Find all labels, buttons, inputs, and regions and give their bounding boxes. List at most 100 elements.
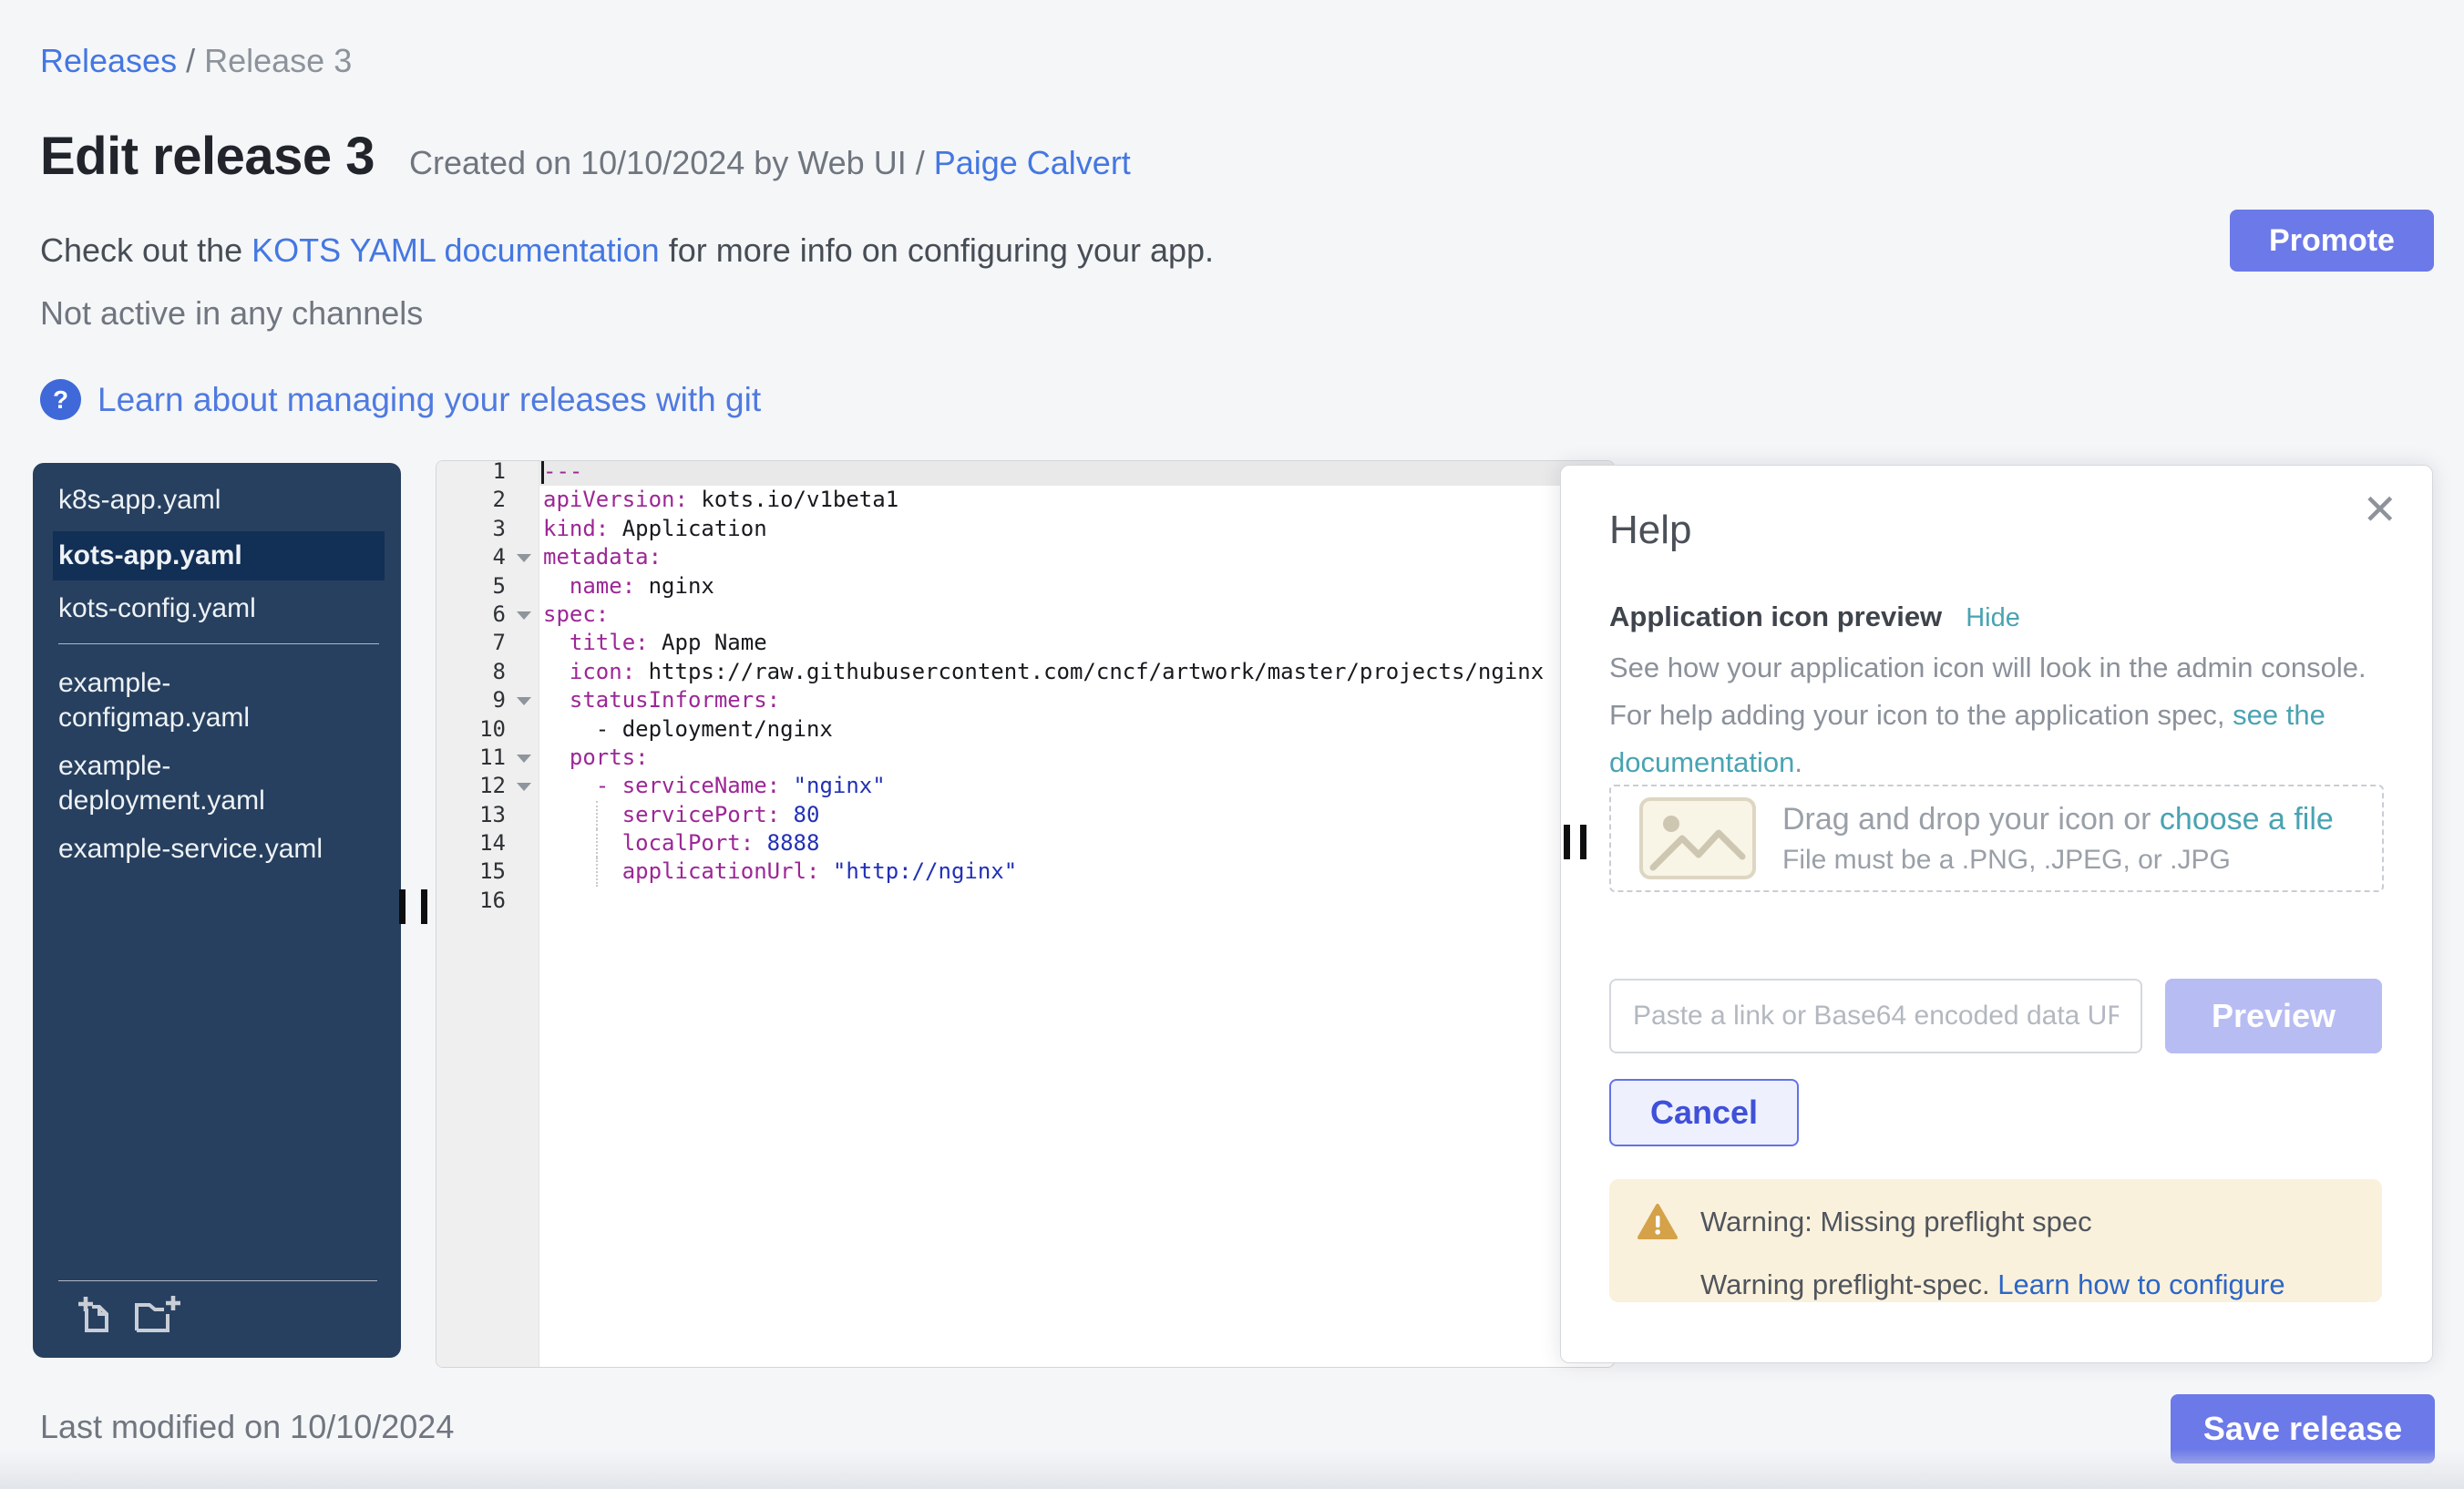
breadcrumb-releases-link[interactable]: Releases [40,42,177,79]
editor-help-splitter[interactable] [1580,825,1586,859]
file-sidebar: k8s-app.yaml kots-app.yaml kots-config.yam… [33,463,401,1358]
preview-button[interactable]: Preview [2165,979,2382,1053]
promote-button[interactable]: Promote [2230,210,2434,272]
code-line-6[interactable]: 6spec: [436,601,1614,629]
code-line-5[interactable]: 5 name: nginx [436,572,1614,601]
sidebar-item-example-deployment-yaml[interactable]: example-deployment.yaml [58,749,379,818]
code-line-11[interactable]: 11 ports: [436,744,1614,772]
docs-prefix: Check out the [40,231,252,269]
created-info: Created on 10/10/2024 by Web UI / Paige … [409,144,1131,182]
new-file-icon [75,1294,117,1336]
docs-line: Check out the KOTS YAML documentation fo… [40,231,1214,270]
sidebar-item-k8s-app-yaml[interactable]: k8s-app.yaml [58,483,379,518]
gutter-line-number: 6 [436,601,539,629]
breadcrumb-separator: / [186,42,195,79]
gutter-line-number: 14 [436,829,539,857]
icon-dropzone[interactable]: Drag and drop your icon or choose a file… [1609,785,2384,892]
file-list: k8s-app.yamlkots-app.yamlkots-config.yam… [58,483,379,867]
indent-guide [596,801,598,829]
icon-preview-section-title: Application icon preview [1609,601,1942,633]
dropzone-text: Drag and drop your icon or choose a file [1782,802,2334,837]
fold-arrow-icon[interactable] [517,554,531,562]
yaml-editor[interactable]: 1---2apiVersion: kots.io/v1beta13kind: A… [436,460,1615,1368]
title-row: Edit release 3 Created on 10/10/2024 by … [40,126,1131,187]
git-releases-link[interactable]: Learn about managing your releases with … [98,381,761,419]
docs-suffix: for more info on configuring your app. [660,231,1214,269]
sidebar-item-example-configmap-yaml[interactable]: example-configmap.yaml [58,666,379,735]
dropzone-prefix: Drag and drop your icon or [1782,802,2160,837]
gutter-line-number: 2 [436,486,539,514]
editor-help-splitter[interactable] [1564,825,1570,859]
image-placeholder-icon [1638,796,1757,880]
gutter-line-number: 5 [436,572,539,601]
code-line-10[interactable]: 10 - deployment/nginx [436,715,1614,744]
fold-arrow-icon[interactable] [517,783,531,791]
code-line-15[interactable]: 15 applicationUrl: "http://nginx" [436,857,1614,886]
text-cursor [541,460,544,484]
sidebar-item-example-service-yaml[interactable]: example-service.yaml [58,832,379,867]
choose-file-link[interactable]: choose a file [2160,802,2334,837]
hide-link[interactable]: Hide [1966,603,2020,633]
edit-release-page: Releases/Release 3 Edit release 3 Create… [0,0,2464,1489]
code-line-1[interactable]: 1--- [436,460,1614,486]
gutter-line-number: 10 [436,715,539,744]
author-link[interactable]: Paige Calvert [934,144,1131,181]
new-folder-button[interactable] [133,1294,184,1336]
gutter-line-number: 12 [436,772,539,800]
gutter-line-number: 16 [436,887,539,915]
question-circle-icon: ? [40,379,81,420]
code-line-14[interactable]: 14 localPort: 8888 [436,829,1614,857]
sidebar-item-kots-config-yaml[interactable]: kots-config.yaml [58,591,379,626]
code-line-3[interactable]: 3kind: Application [436,515,1614,543]
warning-title: Warning: Missing preflight spec [1700,1206,2092,1238]
page-title: Edit release 3 [40,126,375,187]
code-line-9[interactable]: 9 statusInformers: [436,686,1614,714]
code-rows: 1---2apiVersion: kots.io/v1beta13kind: A… [436,460,1614,915]
icon-preview-description: See how your application icon will look … [1609,644,2416,786]
new-folder-icon [133,1294,184,1336]
cancel-button[interactable]: Cancel [1609,1079,1799,1146]
sidebar-editor-splitter[interactable] [421,889,427,924]
breadcrumb: Releases/Release 3 [40,42,352,80]
code-line-12[interactable]: 12 - serviceName: "nginx" [436,772,1614,800]
channel-status: Not active in any channels [40,294,423,333]
kots-docs-link[interactable]: KOTS YAML documentation [252,231,660,269]
sidebar-tools-divider [58,1280,377,1281]
gutter-line-number: 8 [436,658,539,686]
gutter-line-number: 13 [436,801,539,829]
code-line-13[interactable]: 13 servicePort: 80 [436,801,1614,829]
description-period: . [1794,746,1802,778]
new-file-button[interactable] [75,1294,117,1336]
learn-configure-link[interactable]: Learn how to configure [1997,1268,2284,1300]
fold-arrow-icon[interactable] [517,611,531,620]
fold-arrow-icon[interactable] [517,697,531,705]
created-text: Created on 10/10/2024 by Web UI / [409,144,934,181]
close-icon[interactable]: ✕ [2356,488,2403,531]
code-line-4[interactable]: 4metadata: [436,543,1614,571]
help-panel: ✕ Help Application icon preview Hide See… [1560,465,2433,1363]
icon-url-input[interactable] [1609,979,2142,1053]
indent-guide [596,829,598,857]
last-modified-text: Last modified on 10/10/2024 [40,1408,454,1446]
dropzone-filetypes-note: File must be a .PNG, .JPEG, or .JPG [1782,845,2334,876]
breadcrumb-current: Release 3 [204,42,352,79]
gutter-line-number: 1 [436,460,539,486]
code-line-16[interactable]: 16 [436,887,1614,915]
help-panel-title: Help [1609,508,1692,553]
gutter-line-number: 9 [436,686,539,714]
bottom-fade [0,1449,2464,1489]
warning-triangle-icon [1637,1203,1679,1241]
gutter-line-number: 15 [436,857,539,886]
code-line-8[interactable]: 8 icon: https://raw.githubusercontent.co… [436,658,1614,686]
gutter-line-number: 4 [436,543,539,571]
sidebar-item-kots-app-yaml[interactable]: kots-app.yaml [53,531,385,580]
code-line-7[interactable]: 7 title: App Name [436,629,1614,657]
warning-detail: Warning preflight-spec. Learn how to con… [1700,1268,2355,1301]
sidebar-editor-splitter[interactable] [399,889,406,924]
gutter-line-number: 3 [436,515,539,543]
sidebar-tools [58,1280,377,1336]
fold-arrow-icon[interactable] [517,755,531,763]
warning-detail-text: Warning preflight-spec. [1700,1268,1997,1300]
gutter-line-number: 7 [436,629,539,657]
code-line-2[interactable]: 2apiVersion: kots.io/v1beta1 [436,486,1614,514]
